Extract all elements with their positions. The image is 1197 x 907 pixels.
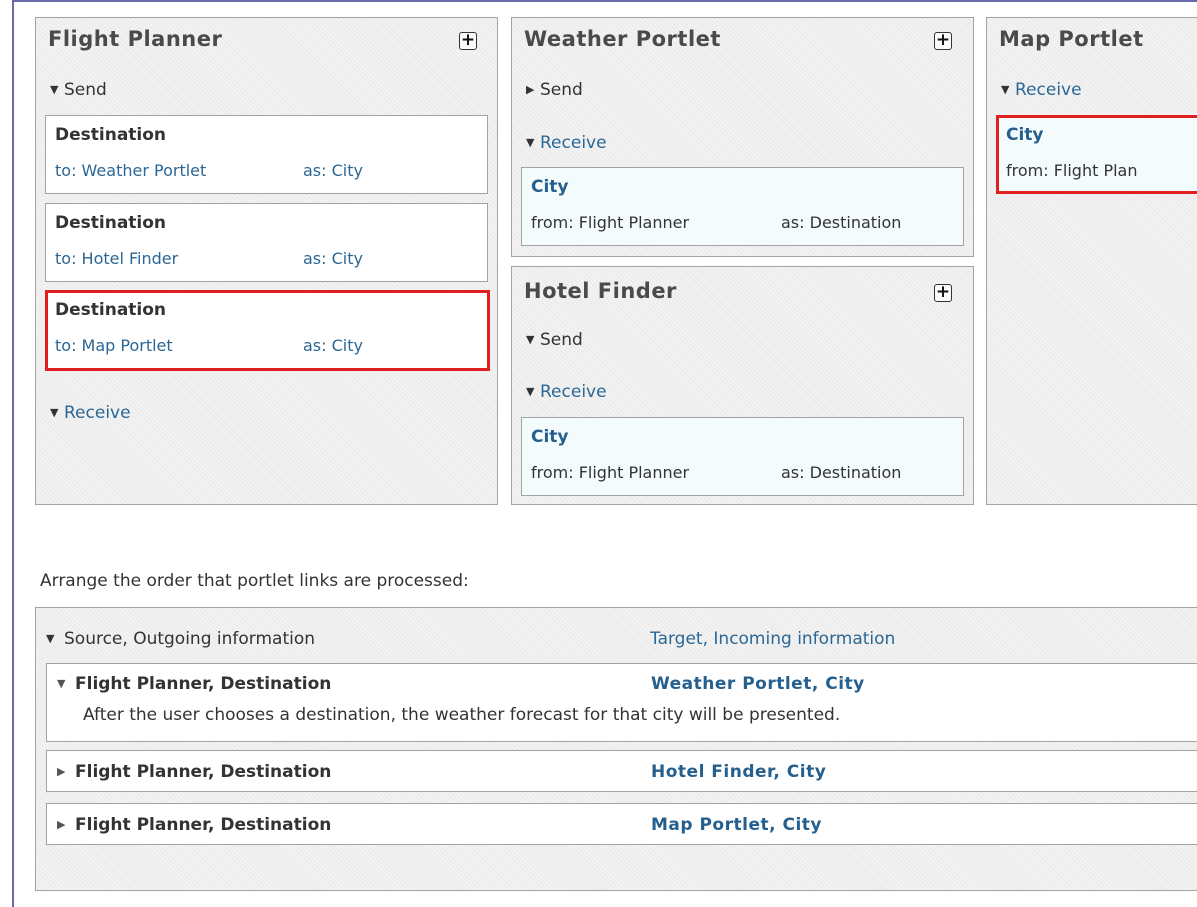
send-link-card-selected[interactable]: Destination to: Map Portlet as: City — [45, 290, 490, 371]
plus-icon[interactable]: + — [934, 284, 952, 302]
target-header: Target, Incoming information — [650, 629, 896, 649]
link-order-row[interactable]: ▶ Flight Planner, Destination Hotel Finde… — [46, 750, 1197, 792]
triangle-down-icon: ▼ — [526, 333, 535, 346]
receive-label: Receive — [1015, 80, 1082, 100]
link-from: from: Flight Planner — [531, 213, 690, 232]
send-label: Send — [540, 330, 583, 350]
portlet-weather: Weather Portlet + ▶ Send ▼ Receive City fr… — [511, 17, 974, 257]
row-target: Hotel Finder, City — [651, 762, 827, 782]
send-link-card[interactable]: Destination to: Weather Portlet as: City — [45, 115, 488, 194]
link-title: Destination — [55, 300, 167, 320]
link-order-row[interactable]: ▶ Flight Planner, Destination Map Portlet… — [46, 803, 1197, 845]
plus-icon[interactable]: + — [459, 32, 477, 50]
triangle-down-icon: ▼ — [526, 385, 535, 398]
receive-link-card[interactable]: City from: Flight Planner as: Destinatio… — [521, 167, 964, 246]
link-title: Destination — [55, 213, 167, 233]
portlet-flight-planner: Flight Planner + ▼ Send Destination to: W… — [35, 17, 498, 505]
source-header-label: Source, Outgoing information — [64, 629, 316, 649]
arrange-instructions: Arrange the order that portlet links are… — [40, 571, 469, 591]
row-source[interactable]: ▼ Flight Planner, Destination — [57, 674, 331, 694]
link-order-panel: ▼ Source, Outgoing information Target, In… — [35, 607, 1197, 891]
row-source[interactable]: ▶ Flight Planner, Destination — [57, 815, 331, 835]
row-description: After the user chooses a destination, th… — [83, 705, 841, 725]
row-source[interactable]: ▶ Flight Planner, Destination — [57, 762, 331, 782]
link-to[interactable]: to: Weather Portlet — [55, 161, 206, 180]
window-frame-left — [12, 0, 14, 907]
link-as[interactable]: as: City — [303, 161, 363, 180]
link-to[interactable]: to: Hotel Finder — [55, 249, 178, 268]
triangle-down-icon: ▼ — [50, 406, 59, 419]
triangle-down-icon: ▼ — [57, 677, 66, 690]
portlet-title: Flight Planner — [48, 27, 223, 51]
link-title: City — [531, 177, 569, 197]
triangle-right-icon: ▶ — [526, 83, 535, 96]
link-to[interactable]: to: Map Portlet — [55, 336, 173, 355]
send-label: Send — [64, 80, 107, 100]
triangle-down-icon: ▼ — [50, 83, 59, 96]
send-section-toggle[interactable]: ▼ Send — [50, 80, 107, 100]
link-as: as: Destination — [781, 463, 902, 482]
send-label: Send — [540, 80, 583, 100]
row-source-label: Flight Planner, Destination — [75, 762, 332, 782]
link-as[interactable]: as: City — [303, 336, 363, 355]
portlet-hotel-finder: Hotel Finder + ▼ Send ▼ Receive City from:… — [511, 266, 974, 505]
link-title: City — [1006, 125, 1044, 145]
receive-section-toggle[interactable]: ▼ Receive — [526, 382, 607, 402]
send-section-toggle[interactable]: ▼ Send — [526, 330, 583, 350]
link-as[interactable]: as: City — [303, 249, 363, 268]
portlet-map: Map Portlet ▼ Receive City from: Flight P… — [986, 17, 1197, 505]
receive-section-toggle[interactable]: ▼ Receive — [1001, 80, 1082, 100]
row-source-label: Flight Planner, Destination — [75, 674, 332, 694]
link-as: as: Destination — [781, 213, 902, 232]
link-from: from: Flight Planner — [531, 463, 690, 482]
triangle-down-icon: ▼ — [46, 632, 55, 645]
triangle-down-icon: ▼ — [1001, 83, 1010, 96]
receive-section-toggle[interactable]: ▼ Receive — [526, 133, 607, 153]
send-link-card[interactable]: Destination to: Hotel Finder as: City — [45, 203, 488, 282]
portlet-title: Weather Portlet — [524, 27, 721, 51]
triangle-right-icon: ▶ — [57, 765, 66, 778]
triangle-right-icon: ▶ — [57, 818, 66, 831]
send-section-toggle[interactable]: ▶ Send — [526, 80, 583, 100]
row-source-label: Flight Planner, Destination — [75, 815, 332, 835]
link-order-row[interactable]: ▼ Flight Planner, Destination Weather Por… — [46, 663, 1197, 742]
link-title: City — [531, 427, 569, 447]
receive-link-card[interactable]: City from: Flight Planner as: Destinatio… — [521, 417, 964, 496]
receive-link-card-selected[interactable]: City from: Flight Plan — [996, 115, 1197, 194]
link-title: Destination — [55, 125, 167, 145]
receive-label: Receive — [64, 403, 131, 423]
plus-icon[interactable]: + — [934, 32, 952, 50]
portlet-title: Hotel Finder — [524, 279, 677, 303]
receive-section-toggle[interactable]: ▼ Receive — [50, 403, 131, 423]
row-target: Weather Portlet, City — [651, 674, 865, 694]
source-header[interactable]: ▼ Source, Outgoing information — [46, 629, 315, 649]
receive-label: Receive — [540, 133, 607, 153]
receive-label: Receive — [540, 382, 607, 402]
link-from: from: Flight Plan — [1006, 161, 1138, 180]
triangle-down-icon: ▼ — [526, 136, 535, 149]
window-frame-top — [12, 0, 1197, 7]
row-target: Map Portlet, City — [651, 815, 822, 835]
portlet-title: Map Portlet — [999, 27, 1144, 51]
